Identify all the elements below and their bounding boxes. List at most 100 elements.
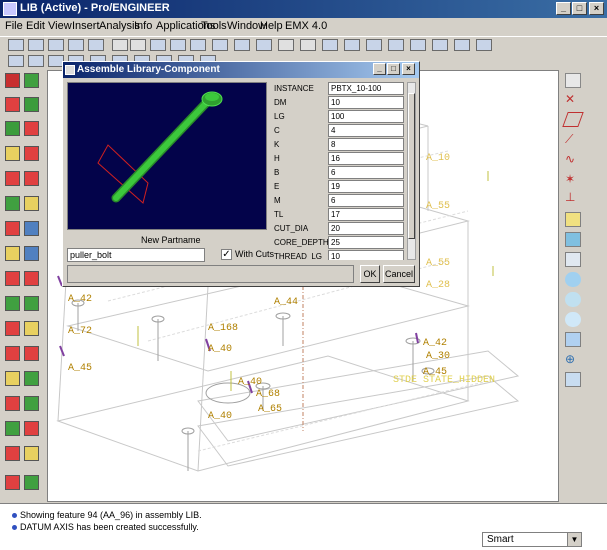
param-value[interactable]: 4 bbox=[328, 124, 404, 137]
tool-icon[interactable] bbox=[5, 121, 20, 136]
plane-icon[interactable] bbox=[562, 112, 584, 127]
param-value[interactable]: 20 bbox=[328, 222, 404, 235]
param-value[interactable]: 100 bbox=[328, 110, 404, 123]
model-tree-icon[interactable] bbox=[476, 39, 492, 51]
view-icon[interactable] bbox=[366, 39, 382, 51]
parameter-scrollbar[interactable] bbox=[407, 82, 416, 260]
menu-file[interactable]: File bbox=[5, 20, 23, 32]
regenerate-icon[interactable] bbox=[212, 39, 228, 51]
menu-icon[interactable] bbox=[5, 73, 20, 88]
tool-icon[interactable] bbox=[5, 475, 20, 490]
menu-insert[interactable]: Insert bbox=[72, 20, 100, 32]
tool-icon[interactable] bbox=[5, 321, 20, 336]
param-value[interactable]: 25 bbox=[328, 236, 404, 249]
menu-edit[interactable]: Edit bbox=[26, 20, 45, 32]
tool-icon[interactable] bbox=[5, 446, 20, 461]
chevron-down-icon[interactable]: ▼ bbox=[567, 533, 581, 546]
tool-icon[interactable] bbox=[5, 371, 20, 386]
save-icon[interactable] bbox=[48, 39, 64, 51]
shading-icon[interactable] bbox=[454, 39, 470, 51]
tool-icon[interactable] bbox=[24, 321, 39, 336]
new-file-icon[interactable] bbox=[8, 39, 24, 51]
point-icon[interactable]: ✶ bbox=[565, 172, 581, 187]
tool-icon[interactable] bbox=[5, 97, 20, 112]
param-value[interactable]: 8 bbox=[328, 138, 404, 151]
component-preview[interactable] bbox=[67, 82, 267, 230]
undo-icon[interactable] bbox=[112, 39, 128, 51]
tool-icon[interactable] bbox=[24, 371, 39, 386]
mirror-icon[interactable]: ⊕ bbox=[565, 352, 581, 367]
ok-button[interactable]: OK bbox=[360, 265, 380, 283]
minimize-button[interactable]: _ bbox=[556, 2, 571, 15]
scrollbar-thumb[interactable] bbox=[408, 93, 415, 239]
blend-icon[interactable] bbox=[565, 332, 581, 347]
wireframe-icon[interactable] bbox=[410, 39, 426, 51]
sketch-icon[interactable] bbox=[565, 73, 581, 88]
tool-icon[interactable] bbox=[24, 146, 39, 161]
tool-icon[interactable] bbox=[24, 171, 39, 186]
tool-icon[interactable] bbox=[5, 146, 20, 161]
menu-tools[interactable]: Tools bbox=[201, 20, 227, 32]
csys-icon[interactable] bbox=[344, 39, 360, 51]
tool-icon[interactable] bbox=[5, 221, 20, 236]
email-icon[interactable] bbox=[88, 39, 104, 51]
tool-icon[interactable] bbox=[24, 97, 39, 112]
param-value[interactable]: 6 bbox=[328, 166, 404, 179]
tool-icon[interactable] bbox=[24, 271, 39, 286]
check-icon[interactable] bbox=[28, 55, 44, 67]
tool-icon[interactable] bbox=[24, 296, 39, 311]
tool-icon[interactable] bbox=[24, 446, 39, 461]
window-icon[interactable] bbox=[8, 55, 24, 67]
tool-icon[interactable] bbox=[5, 346, 20, 361]
tool-icon[interactable] bbox=[24, 121, 39, 136]
tool-icon[interactable] bbox=[5, 246, 20, 261]
redo-icon[interactable] bbox=[130, 39, 146, 51]
tool-icon[interactable] bbox=[24, 346, 39, 361]
tool-icon[interactable] bbox=[24, 221, 39, 236]
partname-input[interactable]: puller_bolt bbox=[67, 248, 205, 262]
revolve-icon[interactable] bbox=[565, 292, 581, 307]
menu-help[interactable]: Help bbox=[260, 20, 283, 32]
csys-icon[interactable]: ⊥ bbox=[565, 190, 581, 205]
tool-icon[interactable] bbox=[5, 396, 20, 411]
mold-tool-icon[interactable] bbox=[24, 73, 39, 88]
quilt-icon[interactable] bbox=[565, 252, 581, 267]
axis-icon[interactable]: ⟋ bbox=[565, 132, 581, 147]
dialog-minimize-button[interactable]: _ bbox=[373, 63, 386, 75]
dialog-close-button[interactable]: × bbox=[402, 63, 415, 75]
find-icon[interactable] bbox=[234, 39, 250, 51]
layer-icon[interactable] bbox=[256, 39, 272, 51]
cut-icon[interactable] bbox=[150, 39, 166, 51]
hidden-line-icon[interactable] bbox=[432, 39, 448, 51]
param-value[interactable]: 10 bbox=[328, 250, 404, 260]
tool-icon[interactable] bbox=[5, 421, 20, 436]
tool-icon[interactable] bbox=[5, 171, 20, 186]
dialog-maximize-button[interactable]: □ bbox=[387, 63, 400, 75]
paste-icon[interactable] bbox=[190, 39, 206, 51]
datum-icon[interactable] bbox=[278, 39, 294, 51]
maximize-button[interactable]: □ bbox=[572, 2, 587, 15]
with-cuts-checkbox[interactable]: ✓ bbox=[221, 249, 232, 260]
note-icon[interactable] bbox=[565, 212, 581, 227]
tool-icon[interactable] bbox=[24, 421, 39, 436]
point-icon[interactable] bbox=[322, 39, 338, 51]
merge-icon[interactable] bbox=[565, 372, 581, 387]
surface-icon[interactable] bbox=[565, 232, 581, 247]
param-value[interactable]: 10 bbox=[328, 96, 404, 109]
param-value[interactable]: 16 bbox=[328, 152, 404, 165]
tool-icon[interactable] bbox=[5, 271, 20, 286]
tool-icon[interactable] bbox=[24, 396, 39, 411]
axis-icon[interactable] bbox=[300, 39, 316, 51]
tool-icon[interactable] bbox=[24, 196, 39, 211]
menu-view[interactable]: View bbox=[48, 20, 72, 32]
print-icon[interactable] bbox=[68, 39, 84, 51]
tool-icon[interactable] bbox=[5, 296, 20, 311]
tool-icon[interactable] bbox=[5, 196, 20, 211]
repaint-icon[interactable] bbox=[388, 39, 404, 51]
menu-emx[interactable]: EMX 4.0 bbox=[285, 20, 327, 32]
copy-icon[interactable] bbox=[170, 39, 186, 51]
tool-icon[interactable] bbox=[24, 246, 39, 261]
open-file-icon[interactable] bbox=[28, 39, 44, 51]
curve-icon[interactable]: ∿ bbox=[565, 152, 581, 167]
param-value[interactable]: 6 bbox=[328, 194, 404, 207]
